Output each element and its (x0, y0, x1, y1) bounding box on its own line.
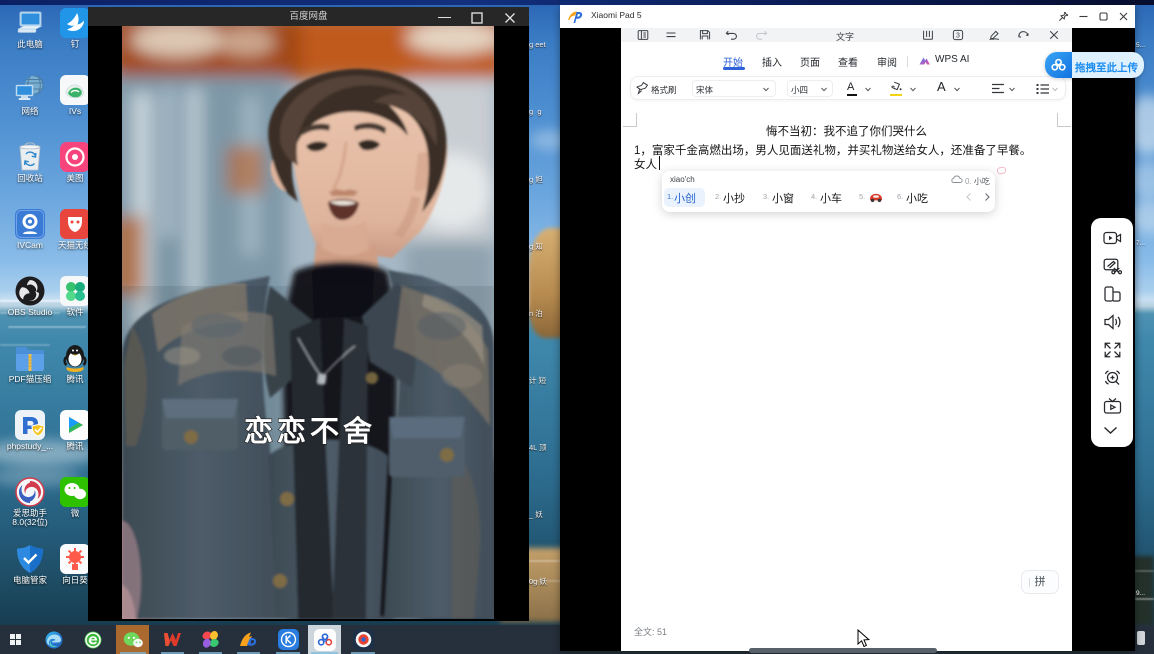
svg-text:3: 3 (956, 33, 960, 40)
svg-text:恋恋不舍: 恋恋不舍 (244, 414, 376, 448)
